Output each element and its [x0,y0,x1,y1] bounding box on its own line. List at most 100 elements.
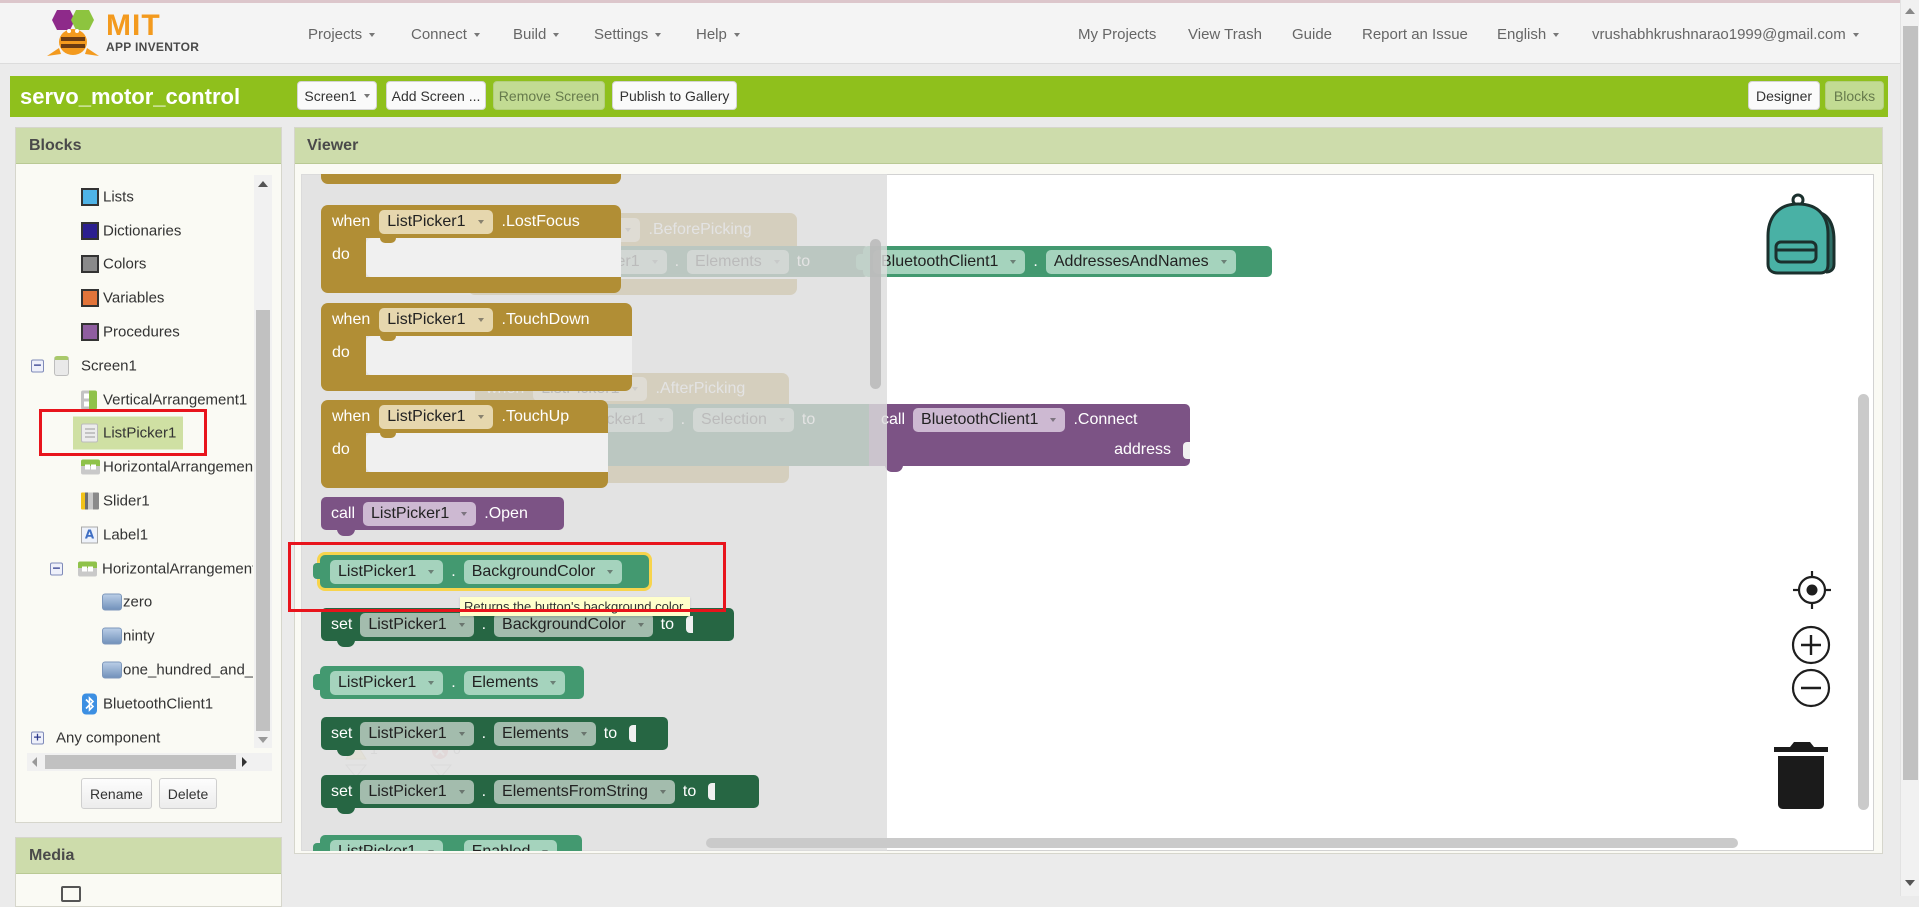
zoom-out-icon[interactable] [1791,668,1831,708]
to-label: to [603,724,618,742]
designer-button[interactable]: Designer [1748,81,1820,110]
tree-item-procedures[interactable]: Procedures [27,315,253,349]
component-dropdown[interactable]: ListPicker1 [379,307,493,332]
dropdown-arrow-icon [1220,259,1227,264]
menu-settings[interactable]: Settings [594,26,662,43]
property-dropdown[interactable]: Enabled [463,839,558,851]
publish-to-gallery-button[interactable]: Publish to Gallery [612,81,737,110]
property-dropdown[interactable]: Elements [494,721,596,746]
add-screen-button[interactable]: Add Screen ... [386,81,486,110]
argument-socket[interactable] [1183,441,1190,459]
scroll-down-arrow-icon[interactable] [258,737,268,743]
property-dropdown[interactable]: BackgroundColor [494,612,653,637]
property-dropdown[interactable]: Elements [463,670,566,695]
backpack-icon[interactable] [1762,190,1846,276]
tree-item-label: Any component [56,729,161,747]
tree-item-lists[interactable]: Lists [27,180,253,214]
colors-swatch-icon [81,255,99,274]
tree-horizontal-scrollbar[interactable] [27,753,272,771]
tree-item-dictionaries[interactable]: Dictionaries [27,214,253,248]
trash-icon[interactable] [1774,740,1830,810]
scroll-up-arrow-icon[interactable] [1905,8,1915,14]
tree-vertical-scrollbar[interactable] [254,175,272,748]
event-block-touch-up[interactable]: when ListPicker1 .TouchUp do [321,400,608,488]
guide-link[interactable]: Guide [1292,26,1332,43]
tree-item-horizontalarrangement2[interactable]: − HorizontalArrangement [27,552,253,586]
component-dropdown[interactable]: ListPicker1 [379,404,493,429]
tree-item-any-component[interactable]: + Any component [27,721,253,753]
value-socket[interactable] [708,783,716,800]
blocks-button[interactable]: Blocks [1825,81,1884,110]
get-enabled-block[interactable]: ListPicker1 . Enabled [313,835,582,851]
component-dropdown[interactable]: ListPicker1 [360,779,474,804]
call-bluetooth-connect-block[interactable]: call BluetoothClient1 .Connect address [869,404,1190,472]
rename-button[interactable]: Rename [81,778,152,809]
tree-item-one-hundred-and-eighty[interactable]: one_hundred_and_e [27,653,253,687]
component-dropdown[interactable]: BluetoothClient1 [913,408,1066,432]
menu-projects[interactable]: Projects [308,26,376,43]
account-menu[interactable]: vrushabhkrushnarao1999@gmail.com [1592,26,1859,43]
scroll-down-arrow-icon[interactable] [1905,880,1915,886]
tree-item-bluetoothclient1[interactable]: BluetoothClient1 [27,687,253,721]
scroll-up-arrow-icon[interactable] [258,181,268,187]
top-header: MIT APP INVENTOR Projects Connect Build … [0,0,1900,64]
tree-item-variables[interactable]: Variables [27,281,253,315]
value-socket[interactable] [686,616,694,633]
page-scrollbar[interactable] [1900,0,1919,896]
tree-item-label1[interactable]: A Label1 [27,518,253,552]
my-projects-link[interactable]: My Projects [1078,26,1156,43]
collapse-icon[interactable]: − [50,562,63,576]
remove-screen-button[interactable]: Remove Screen [493,81,605,110]
screen-select-button[interactable]: Screen1 [297,81,377,110]
language-menu[interactable]: English [1497,26,1560,43]
delete-button[interactable]: Delete [159,778,217,809]
view-trash-link[interactable]: View Trash [1188,26,1262,43]
tree-item-slider1[interactable]: Slider1 [27,484,253,518]
center-workspace-icon[interactable] [1790,568,1834,612]
collapse-icon[interactable]: − [31,359,44,373]
flyout-scrollbar[interactable] [870,239,881,389]
page-scroll-thumb[interactable] [1903,26,1918,780]
tree-vertical-scroll-thumb[interactable] [256,310,270,731]
annotation-box-background-color-block [288,542,726,612]
workspace-horizontal-scrollbar[interactable] [706,838,1738,848]
tree-item-zero[interactable]: zero [27,586,253,620]
report-issue-link[interactable]: Report an Issue [1362,26,1468,43]
tree-item-ninty[interactable]: ninty [27,619,253,653]
dropdown-arrow-icon [428,680,435,685]
property-dropdown[interactable]: AddressesAndNames [1045,249,1236,274]
tree-horizontal-scroll-thumb[interactable] [45,755,236,769]
get-elements-block[interactable]: ListPicker1 . Elements [313,666,584,699]
component-dropdown[interactable]: ListPicker1 [379,209,493,234]
menu-build[interactable]: Build [513,26,560,43]
app-inventor-logo-icon[interactable] [43,8,105,60]
workspace-vertical-scrollbar[interactable] [1858,394,1869,810]
viewer-title: Viewer [295,128,1882,164]
value-socket[interactable] [629,725,637,742]
partial-event-block[interactable] [321,174,621,184]
scroll-right-arrow-icon[interactable] [242,757,247,767]
component-dropdown[interactable]: ListPicker1 [330,670,444,695]
component-dropdown[interactable]: ListPicker1 [330,839,444,851]
tree-item-label: VerticalArrangement1 [103,391,248,409]
dropdown-value: BluetoothClient1 [921,411,1039,428]
tree-item-screen1[interactable]: − Screen1 [27,349,253,383]
component-dropdown[interactable]: ListPicker1 [363,501,477,526]
get-addresses-and-names-block[interactable]: BluetoothClient1 . AddressesAndNames [856,246,1272,277]
set-elements-flyout-block[interactable]: set ListPicker1 . Elements to [321,717,668,756]
component-dropdown[interactable]: ListPicker1 [360,612,474,637]
menu-connect[interactable]: Connect [411,26,480,43]
component-dropdown[interactable]: BluetoothClient1 [873,249,1026,274]
tree-item-colors[interactable]: Colors [27,248,253,282]
event-block-lost-focus[interactable]: when ListPicker1 .LostFocus do [321,205,621,293]
scroll-left-arrow-icon[interactable] [32,757,37,767]
event-block-touch-down[interactable]: when ListPicker1 .TouchDown do [321,303,632,391]
expand-icon[interactable]: + [31,731,44,745]
component-dropdown[interactable]: ListPicker1 [360,721,474,746]
dot-separator: . [481,724,487,742]
set-elements-from-string-block[interactable]: set ListPicker1 . ElementsFromString to [321,775,759,814]
property-dropdown[interactable]: ElementsFromString [494,779,675,804]
zoom-in-icon[interactable] [1791,625,1831,665]
call-listpicker-open-block[interactable]: call ListPicker1 .Open [321,497,564,536]
menu-help[interactable]: Help [696,26,740,43]
